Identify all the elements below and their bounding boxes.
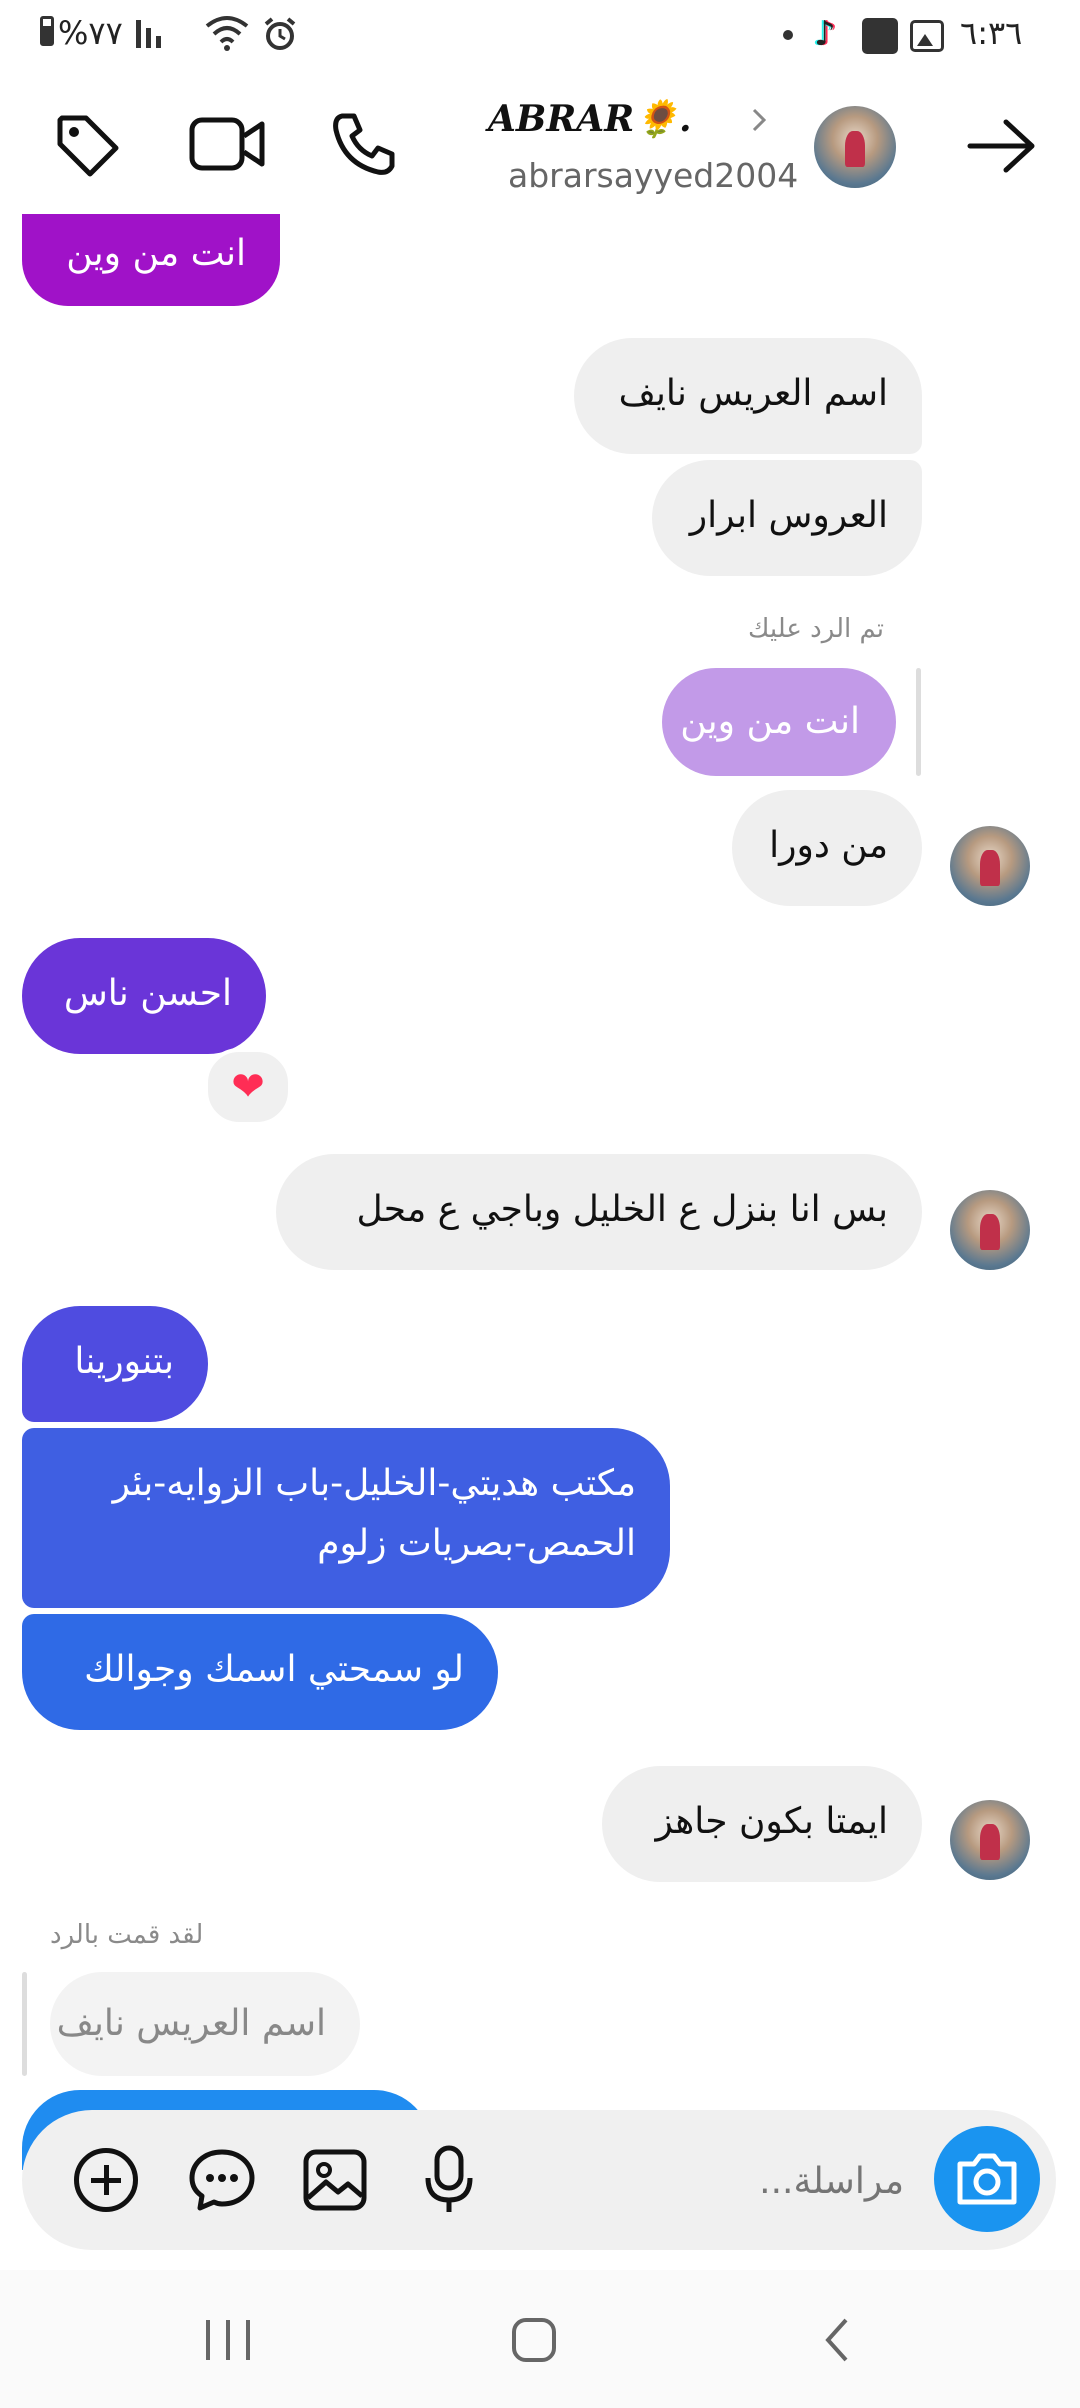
message-text: انت من وين — [680, 701, 860, 742]
message-bubble-received[interactable]: من دورا — [732, 790, 922, 906]
message-text-line: الحمص-بصريات زلوم — [317, 1523, 636, 1564]
message-text: اسم العريس نايف — [56, 2003, 326, 2044]
back-nav-icon[interactable] — [822, 2316, 852, 2364]
battery-percent: %٧٧ — [58, 14, 123, 52]
phone-call-icon[interactable] — [328, 110, 398, 180]
message-text: بتنورينا — [74, 1341, 174, 1382]
message-composer — [22, 2110, 1056, 2250]
gallery-notification-icon — [910, 20, 944, 52]
contact-avatar[interactable] — [814, 106, 896, 188]
message-text: احسن ناس — [63, 973, 232, 1014]
message-text-line: مكتب هديتي-الخليل-باب الزوايه-بئر — [112, 1463, 636, 1504]
message-bubble-sent[interactable]: مكتب هديتي-الخليل-باب الزوايه-بئر الحمص-… — [22, 1428, 670, 1608]
reply-label: لقد قمت بالرد — [50, 1920, 204, 1950]
message-input[interactable] — [522, 2148, 906, 2214]
reply-quote-bar — [916, 668, 921, 776]
message-bubble-received[interactable]: بس انا بنزل ع الخليل وباجي ع محل — [276, 1154, 922, 1270]
contact-display-name[interactable]: ABRAR🌻. — [488, 98, 691, 140]
back-arrow-icon[interactable] — [966, 116, 1038, 176]
message-text: انت من وين — [66, 233, 246, 274]
wifi-icon — [205, 16, 249, 51]
contact-notification-icon — [862, 18, 898, 54]
alarm-icon — [264, 17, 296, 50]
message-bubble-received[interactable]: ايمتا بكون جاهز — [602, 1766, 922, 1882]
message-bubble-received[interactable]: اسم العريس نايف — [574, 338, 922, 454]
chevron-right-icon[interactable] — [748, 106, 772, 134]
gallery-icon[interactable] — [302, 2148, 368, 2212]
sticker-chat-icon[interactable] — [188, 2146, 256, 2214]
message-text: العروس ابرار — [689, 495, 888, 536]
camera-icon — [957, 2153, 1017, 2205]
microphone-icon[interactable] — [422, 2144, 476, 2216]
add-button[interactable] — [74, 2148, 138, 2212]
camera-button[interactable] — [934, 2126, 1040, 2232]
message-text: من دورا — [769, 825, 888, 866]
message-text: اسم العريس نايف — [618, 373, 888, 414]
contact-username[interactable]: abrarsayyed2004 — [508, 156, 798, 195]
reply-quote-bar — [22, 1972, 27, 2076]
message-text: ايمتا بكون جاهز — [655, 1801, 888, 1842]
home-button[interactable] — [512, 2318, 556, 2362]
clock: ٦:٣٦ — [960, 14, 1023, 52]
tiktok-icon: ♪ — [814, 14, 836, 54]
status-bar: %٧٧ ♪ ٦:٣٦ — [0, 0, 1080, 72]
message-bubble-sent[interactable]: احسن ناس — [22, 938, 266, 1054]
message-text: بس انا بنزل ع الخليل وباجي ع محل — [356, 1189, 888, 1230]
message-bubble-received[interactable]: العروس ابرار — [652, 460, 922, 576]
sender-avatar[interactable] — [950, 826, 1030, 906]
sender-avatar[interactable] — [950, 1190, 1030, 1270]
tag-icon[interactable] — [52, 110, 122, 180]
sender-avatar[interactable] — [950, 1800, 1030, 1880]
signal-icon — [136, 18, 176, 48]
quoted-message[interactable]: انت من وين — [662, 668, 896, 776]
reaction-heart[interactable]: ❤ — [204, 1048, 292, 1126]
message-bubble-sent[interactable]: لو سمحتي اسمك وجوالك — [22, 1614, 498, 1730]
notification-dot — [783, 30, 793, 40]
message-bubble-sent[interactable]: بتنورينا — [22, 1306, 208, 1422]
reply-label: تم الرد عليك — [748, 614, 885, 644]
video-call-icon[interactable] — [188, 112, 268, 176]
battery-icon — [40, 16, 54, 46]
system-navigation-bar — [0, 2270, 1080, 2408]
quoted-message[interactable]: اسم العريس نايف — [50, 1972, 360, 2076]
message-text: لو سمحتي اسمك وجوالك — [84, 1649, 464, 1690]
recent-apps-button[interactable] — [206, 2320, 254, 2360]
message-bubble-sent[interactable]: انت من وين — [22, 214, 280, 306]
